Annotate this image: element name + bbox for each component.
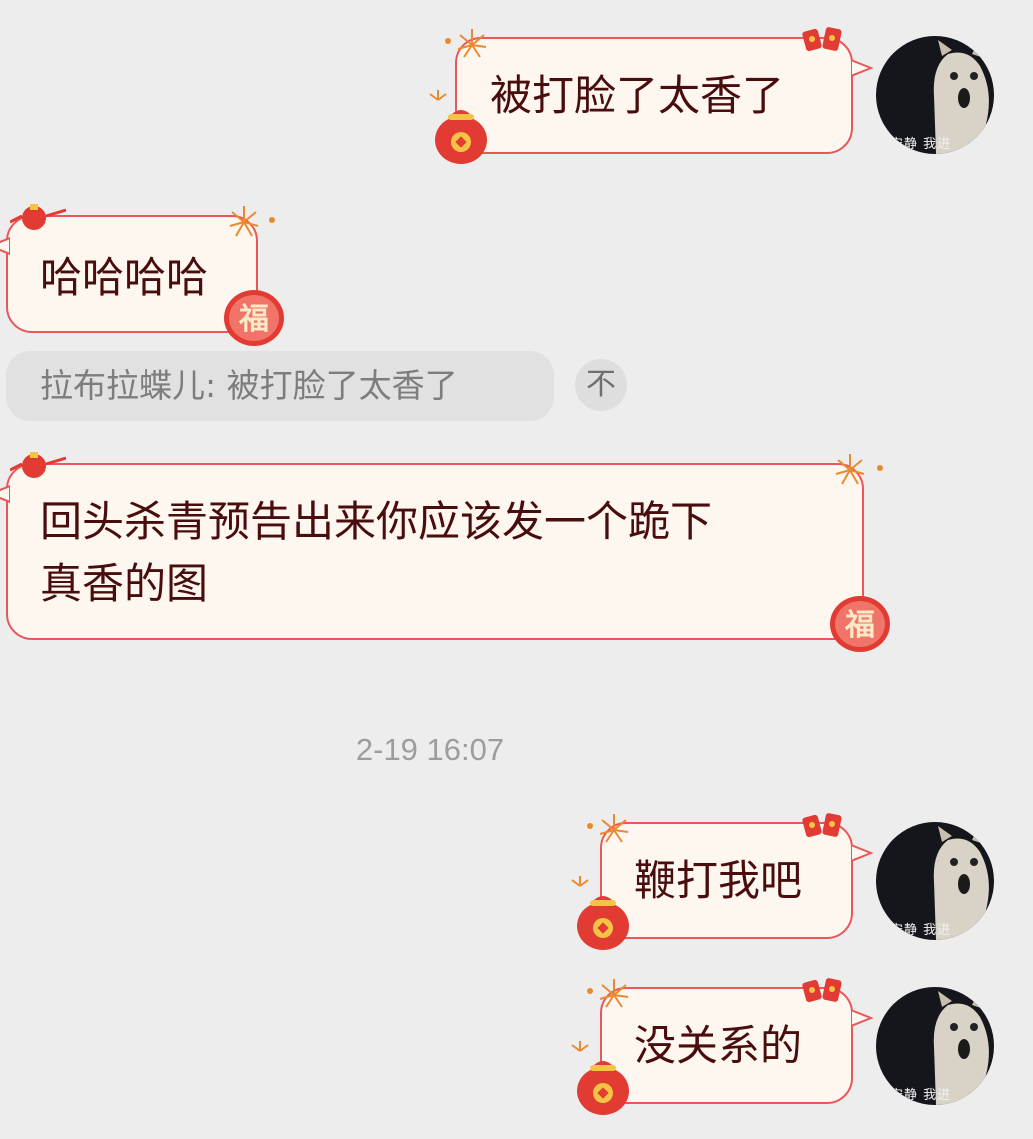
message-text: 没关系的: [634, 1021, 803, 1070]
lucky-bag-icon: [571, 876, 629, 950]
fu-character: 福: [844, 608, 875, 643]
message-text: 被打脸了太香了: [490, 71, 785, 120]
bubble-tail: [0, 236, 10, 256]
avatar[interactable]: 安静 我进: [876, 36, 994, 154]
fu-character: 福: [238, 302, 269, 337]
message-bubble-outgoing[interactable]: 被打脸了太香了: [455, 37, 853, 154]
lucky-bag-icon: [571, 1041, 629, 1115]
avatar-caption: 安静 我进: [890, 137, 952, 152]
firework-icon: [587, 814, 629, 843]
bubble-tail: [851, 1008, 873, 1028]
fu-badge-icon: 福: [830, 596, 890, 652]
red-envelope-icon: [802, 27, 842, 52]
message-text: 哈哈哈哈: [40, 253, 209, 302]
avatar-caption: 安静 我进: [890, 1088, 952, 1103]
firecracker-icon: [10, 452, 66, 478]
lucky-bag-icon: [429, 90, 487, 164]
timestamp: 2-19 16:07: [355, 732, 505, 767]
bubble-tail: [851, 58, 873, 78]
firework-icon: [587, 979, 629, 1008]
bubble-tail: [0, 484, 10, 504]
firework-icon: [229, 206, 275, 237]
message-text-line-1: 回头杀青预告出来你应该发一个跪下: [40, 497, 713, 546]
avatar-caption: 安静 我进: [890, 923, 952, 938]
firecracker-icon: [10, 204, 66, 230]
bubble-tail: [851, 843, 873, 863]
red-envelope-icon: [802, 813, 842, 838]
message-bubble-incoming[interactable]: 回头杀青预告出来你应该发一个跪下 真香的图: [6, 463, 864, 640]
avatar[interactable]: 安静 我进: [876, 987, 994, 1105]
firework-icon: [835, 454, 883, 485]
avatar[interactable]: 安静 我进: [876, 822, 994, 940]
pin-icon[interactable]: 不: [575, 359, 627, 411]
quote-text: 拉布拉蝶儿: 被打脸了太香了: [40, 366, 458, 405]
quoted-message[interactable]: 拉布拉蝶儿: 被打脸了太香了: [6, 351, 554, 421]
message-text: 鞭打我吧: [634, 856, 803, 905]
red-envelope-icon: [802, 978, 842, 1003]
firework-icon: [445, 29, 487, 58]
fu-badge-icon: 福: [224, 290, 284, 346]
message-text-line-2: 真香的图: [40, 559, 209, 608]
